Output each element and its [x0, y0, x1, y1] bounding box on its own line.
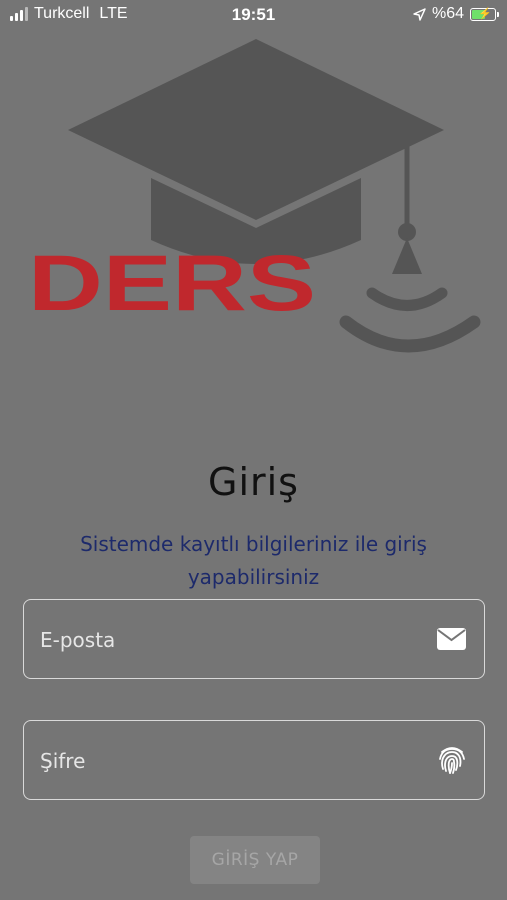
mortarboard-top: [68, 39, 444, 220]
password-field[interactable]: [23, 720, 485, 801]
logo-text: DERS: [28, 238, 316, 327]
signal-arc-large: [339, 315, 481, 353]
login-button[interactable]: GİRİŞ YAP: [190, 836, 320, 884]
password-input[interactable]: [38, 721, 422, 801]
email-field[interactable]: [23, 599, 485, 680]
battery-cap: [497, 11, 499, 17]
status-bar: Turkcell LTE 19:51 %64 ⚡: [0, 0, 507, 30]
location-arrow-icon: [413, 7, 426, 21]
subtitle-line-1: Sistemde kayıtlı bilgileriniz ile giriş: [80, 532, 427, 556]
mail-icon: [437, 628, 466, 650]
signal-arc-small: [366, 287, 448, 311]
page-title: Giriş: [208, 460, 299, 504]
battery-percent: %64: [431, 5, 464, 22]
fingerprint-icon[interactable]: [438, 745, 466, 775]
subtitle-line-2: yapabilirsiniz: [187, 565, 320, 589]
status-right: %64 ⚡: [413, 5, 499, 23]
email-input[interactable]: [38, 600, 422, 680]
battery-icon: ⚡: [470, 7, 496, 21]
ders-logo: DERS: [28, 39, 481, 353]
charging-bolt-icon: ⚡: [478, 7, 492, 20]
page-subtitle: Sistemde kayıtlı bilgileriniz ile giriş …: [50, 528, 457, 594]
tassel-end: [392, 238, 422, 274]
